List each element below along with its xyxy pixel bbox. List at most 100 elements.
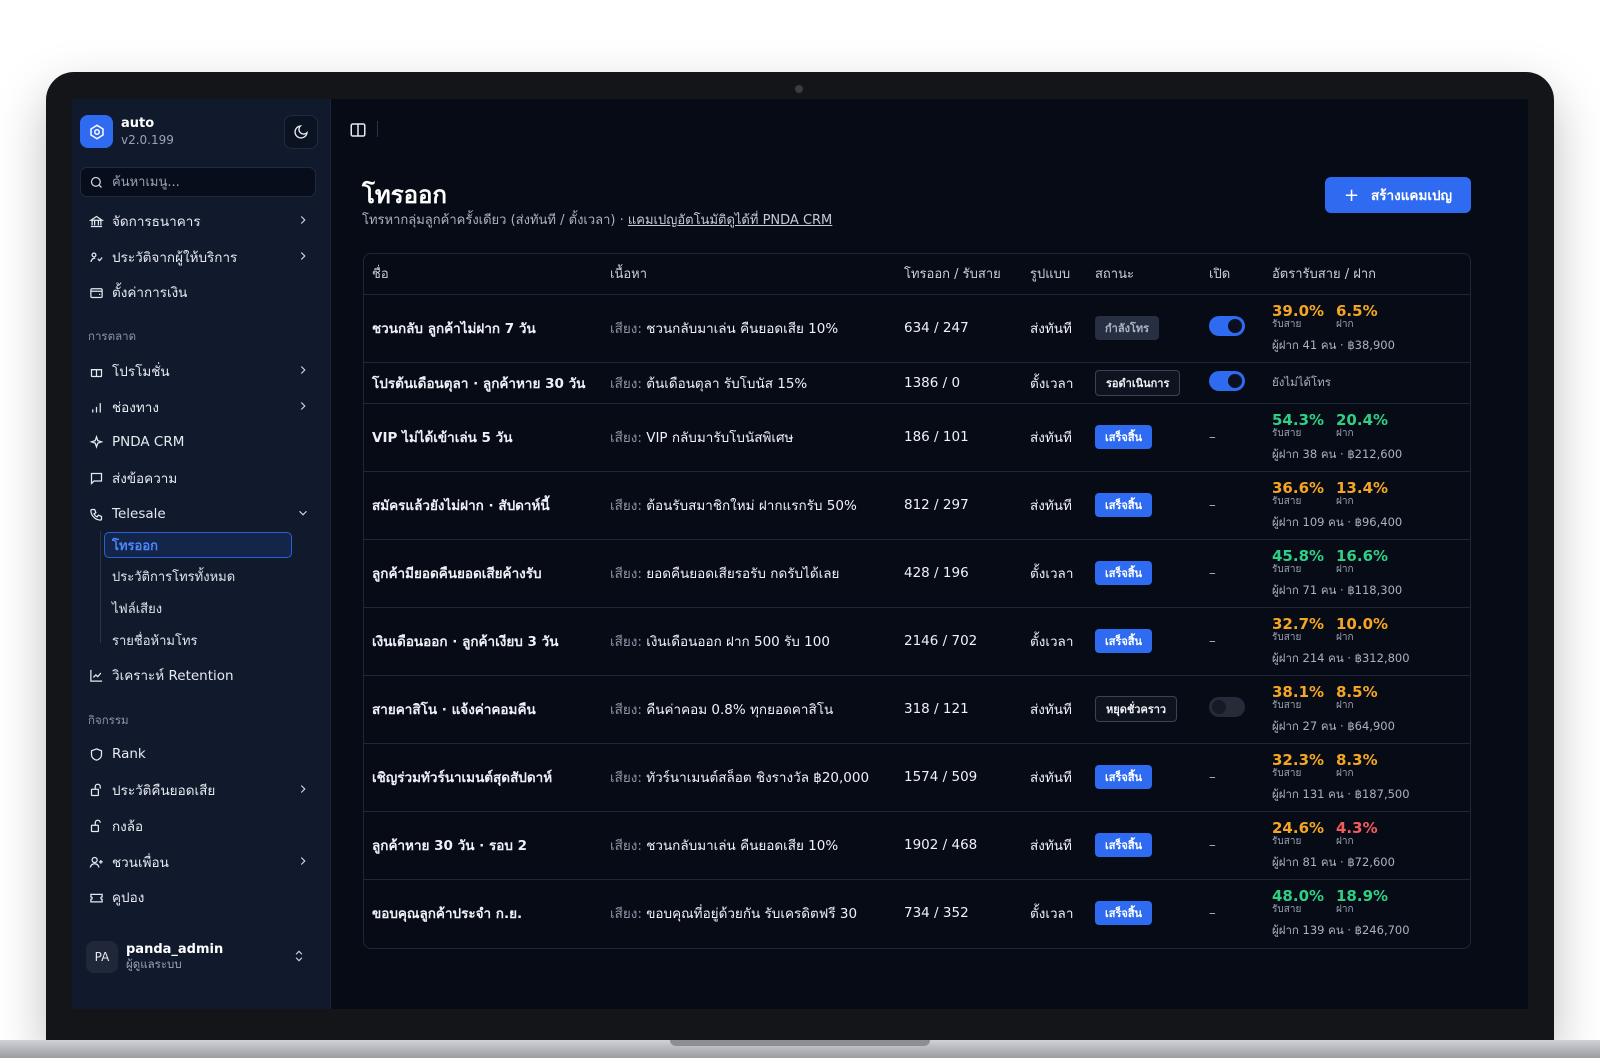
table-row[interactable]: ลูกค้ามียอดคืนยอดเสียค้างรับ เสียง: ยอดค… — [364, 539, 1470, 608]
voice-text: ทัวร์นาเมนต์สล็อต ชิงรางวัล ฿20,000 — [646, 770, 870, 786]
voice-text: ชวนกลับมาเล่น คืนยอดเสีย 10% — [646, 838, 839, 854]
nav-promotion[interactable]: โปรโมชั่น — [88, 358, 310, 384]
rates-cell: 54.3% รับสาย 20.4% ฝาก ผู้ฝาก 38 คน · ฿2… — [1264, 403, 1470, 472]
enable-toggle[interactable] — [1209, 370, 1245, 391]
table-header-row: ชื่อ เนื้อหา โทรออก / รับสาย รูปแบบ สถาน… — [364, 254, 1470, 295]
status-badge: เสร็จสิ้น — [1095, 561, 1153, 585]
campaign-content: เสียง: เงินเดือนออก ฝาก 500 รับ 100 — [602, 607, 896, 676]
nav-finance-settings[interactable]: ตั้งค่าการเงิน — [88, 279, 310, 305]
campaign-name[interactable]: สายคาสิโน · แจ้งค่าคอมคืน — [364, 675, 602, 744]
campaign-name[interactable]: เงินเดือนออก · ลูกค้าเงียบ 3 วัน — [364, 607, 602, 676]
table-row[interactable]: สายคาสิโน · แจ้งค่าคอมคืน เสียง: คืนค่าค… — [364, 675, 1470, 744]
col-header-name[interactable]: ชื่อ — [364, 254, 602, 295]
nav-wheel[interactable]: กงล้อ — [88, 813, 310, 839]
table-row[interactable]: ชวนกลับ ลูกค้าไม่ฝาก 7 วัน เสียง: ชวนกลั… — [364, 294, 1470, 363]
col-header-content[interactable]: เนื้อหา — [602, 254, 896, 295]
section-activity-label: กิจกรรม — [88, 713, 129, 727]
campaign-content: เสียง: ชวนกลับมาเล่น คืนยอดเสีย 10% — [602, 811, 896, 880]
rate-cell: 48.0% รับสาย 18.9% ฝาก ผู้ฝาก 139 คน · ฿… — [1272, 889, 1470, 938]
table-row[interactable]: เงินเดือนออก · ลูกค้าเงียบ 3 วัน เสียง: … — [364, 607, 1470, 676]
campaign-name[interactable]: VIP ไม่ได้เข้าเล่น 5 วัน — [364, 403, 602, 472]
nav-bank[interactable]: จัดการธนาคาร — [88, 208, 310, 234]
campaign-name[interactable]: ลูกค้ามียอดคืนยอดเสียค้างรับ — [364, 539, 602, 608]
campaign-name[interactable]: เชิญร่วมทัวร์นาเมนต์สุดสัปดาห์ — [364, 743, 602, 812]
col-header-enabled[interactable]: เปิด — [1201, 254, 1264, 295]
campaign-name[interactable]: โปรต้นเดือนตุลา · ลูกค้าหาย 30 วัน — [364, 362, 602, 404]
toggle-cell — [1201, 294, 1264, 363]
nav-pnda-crm[interactable]: PNDA CRM — [88, 429, 310, 455]
sidebar-toggle-icon[interactable] — [349, 121, 367, 139]
brand[interactable]: auto v2.0.199 — [80, 115, 174, 148]
sub-item-do-not-call[interactable]: รายชื่อห้ามโทร — [112, 627, 198, 653]
nav-label: ส่งข้อความ — [112, 471, 178, 487]
rate-cell: 39.0% รับสาย 6.5% ฝาก ผู้ฝาก 41 คน · ฿38… — [1272, 304, 1470, 353]
table-row[interactable]: VIP ไม่ได้เข้าเล่น 5 วัน เสียง: VIP กลับ… — [364, 403, 1470, 472]
col-header-calls[interactable]: โทรออก / รับสาย — [896, 254, 1022, 295]
table-row[interactable]: เชิญร่วมทัวร์นาเมนต์สุดสัปดาห์ เสียง: ทั… — [364, 743, 1470, 812]
status-cell: เสร็จสิ้น — [1087, 743, 1201, 812]
status-cell: รอดำเนินการ — [1087, 362, 1201, 404]
nav-label: ช่องทาง — [112, 400, 159, 416]
col-header-status[interactable]: สถานะ — [1087, 254, 1201, 295]
nav-label: วิเคราะห์ Retention — [112, 668, 234, 684]
user-menu[interactable]: PA panda_admin ผู้ดูแลระบบ — [86, 937, 316, 977]
nav-label: ประวัติคืนยอดเสีย — [112, 783, 216, 799]
pnda-crm-link[interactable]: แคมเปญอัตโนมัติดูได้ที่ PNDA CRM — [628, 213, 832, 228]
create-campaign-button[interactable]: + สร้างแคมเปญ — [1325, 177, 1471, 213]
deposit-rate: 10.0% — [1336, 615, 1389, 633]
nav-invite-friends[interactable]: ชวนเพื่อน — [88, 849, 310, 875]
sub-item-outbound-call[interactable]: โทรออก — [104, 532, 292, 558]
nav-label: ตั้งค่าการเงิน — [112, 285, 188, 301]
send-mode: ส่งทันที — [1022, 743, 1087, 812]
enable-toggle[interactable] — [1209, 697, 1245, 717]
sub-item-call-history[interactable]: ประวัติการโทรทั้งหมด — [112, 563, 235, 589]
deposit-rate: 13.4% — [1336, 479, 1389, 497]
table-row[interactable]: โปรต้นเดือนตุลา · ลูกค้าหาย 30 วัน เสียง… — [364, 362, 1470, 404]
voice-prefix: เสียง: — [610, 702, 642, 718]
nav-provider-history[interactable]: ประวัติจากผู้ให้บริการ — [88, 244, 310, 270]
col-header-rates[interactable]: อัตรารับสาย / ฝาก — [1264, 254, 1470, 295]
nav-label: โปรโมชั่น — [112, 364, 170, 380]
voice-prefix: เสียง: — [610, 375, 642, 392]
table-row[interactable]: ลูกค้าหาย 30 วัน · รอบ 2 เสียง: ชวนกลับม… — [364, 811, 1470, 880]
table-row[interactable]: ขอบคุณลูกค้าประจำ ก.ย. เสียง: ขอบคุณที่อ… — [364, 879, 1470, 947]
rates-cell: 45.8% รับสาย 16.6% ฝาก ผู้ฝาก 71 คน · ฿1… — [1264, 539, 1470, 608]
wallet-icon — [88, 284, 104, 300]
answer-rate: 54.3% — [1272, 411, 1325, 429]
depositor-summary: ผู้ฝาก 71 คน · ฿118,300 — [1272, 583, 1403, 597]
voice-prefix: เสียง: — [610, 321, 642, 337]
nav-send-message[interactable]: ส่งข้อความ — [88, 465, 310, 491]
sub-item-audio-files[interactable]: ไฟล์เสียง — [112, 595, 162, 621]
rate-cell: 32.7% รับสาย 10.0% ฝาก ผู้ฝาก 214 คน · ฿… — [1272, 615, 1470, 666]
enable-toggle[interactable] — [1209, 316, 1245, 336]
nav-telesale[interactable]: Telesale — [88, 501, 310, 527]
deposit-rate: 8.5% — [1336, 683, 1378, 701]
nav-rank[interactable]: Rank — [88, 741, 310, 767]
toggle-placeholder: – — [1209, 429, 1216, 445]
voice-prefix: เสียง: — [610, 634, 642, 650]
call-counts: 734 / 352 — [904, 905, 969, 922]
answer-rate-label: รับสาย — [1272, 632, 1302, 643]
campaign-name[interactable]: ขอบคุณลูกค้าประจำ ก.ย. — [364, 879, 602, 947]
theme-toggle-button[interactable] — [284, 115, 318, 149]
deposit-rate: 16.6% — [1336, 547, 1389, 565]
nav-coupon[interactable]: คูปอง — [88, 884, 310, 910]
rate-cell: 24.6% รับสาย 4.3% ฝาก ผู้ฝาก 81 คน · ฿72… — [1272, 821, 1470, 870]
campaign-name[interactable]: สมัครแล้วยังไม่ฝาก · สัปดาห์นี้ — [364, 471, 602, 540]
chevron-right-icon — [300, 785, 306, 793]
nav-refund-history[interactable]: ประวัติคืนยอดเสีย — [88, 777, 310, 803]
toggle-cell: – — [1201, 879, 1264, 947]
call-counts: 812 / 297 — [896, 471, 1022, 540]
nav-retention[interactable]: วิเคราะห์ Retention — [88, 662, 310, 688]
send-mode: ตั้งเวลา — [1022, 607, 1087, 676]
campaign-name[interactable]: ลูกค้าหาย 30 วัน · รอบ 2 — [364, 811, 602, 880]
search-box[interactable] — [80, 167, 316, 197]
campaign-name[interactable]: ชวนกลับ ลูกค้าไม่ฝาก 7 วัน — [364, 294, 602, 363]
depositor-summary: ผู้ฝาก 139 คน · ฿246,700 — [1272, 923, 1410, 938]
deposit-rate-label: ฝาก — [1336, 904, 1354, 916]
nav-channel[interactable]: ช่องทาง — [88, 394, 310, 420]
col-header-mode[interactable]: รูปแบบ — [1022, 254, 1087, 295]
status-cell: เสร็จสิ้น — [1087, 471, 1201, 540]
search-input[interactable] — [112, 174, 302, 190]
table-row[interactable]: สมัครแล้วยังไม่ฝาก · สัปดาห์นี้ เสียง: ต… — [364, 471, 1470, 540]
